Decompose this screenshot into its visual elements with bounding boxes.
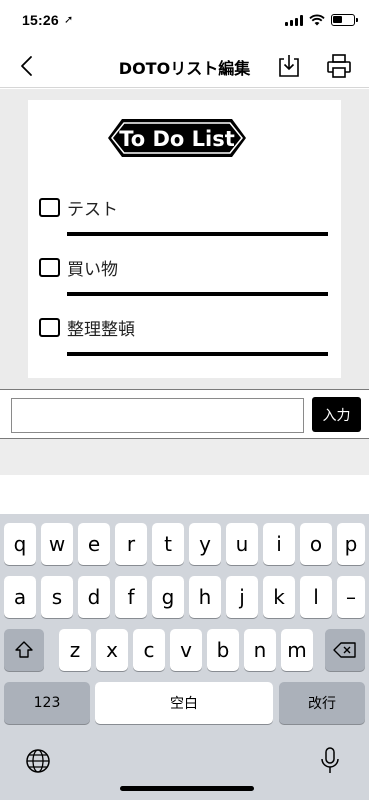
list-item: 買い物 <box>39 250 329 300</box>
battery-icon <box>331 14 358 26</box>
todo-text-input[interactable] <box>11 398 304 433</box>
key-g[interactable]: g <box>152 576 184 618</box>
print-button[interactable] <box>325 53 353 79</box>
list-item: テスト <box>39 190 329 240</box>
todo-card: To Do List テスト 買い物 整理整頓 <box>28 100 341 378</box>
item-underline <box>67 292 328 296</box>
todo-list-logo: To Do List <box>108 119 246 157</box>
key-o[interactable]: o <box>300 523 332 565</box>
key-u[interactable]: u <box>226 523 258 565</box>
download-button[interactable] <box>275 53 303 79</box>
shift-key[interactable] <box>4 629 44 671</box>
back-button[interactable] <box>12 52 42 80</box>
key-p[interactable]: p <box>337 523 365 565</box>
item-underline <box>67 232 328 236</box>
add-button[interactable]: 入力 <box>312 397 361 432</box>
key-h[interactable]: h <box>189 576 221 618</box>
key-e[interactable]: e <box>78 523 110 565</box>
key-dash[interactable]: – <box>337 576 365 618</box>
nav-bar: DOTOリスト編集 <box>0 44 369 88</box>
print-icon <box>327 54 351 78</box>
key-n[interactable]: n <box>244 629 276 671</box>
key-x[interactable]: x <box>96 629 128 671</box>
globe-icon[interactable] <box>24 747 52 775</box>
return-key[interactable]: 改行 <box>279 682 365 724</box>
key-c[interactable]: c <box>133 629 165 671</box>
key-d[interactable]: d <box>78 576 110 618</box>
home-indicator <box>120 786 254 791</box>
logo-text: To Do List <box>119 127 235 151</box>
numbers-key[interactable]: 123 <box>4 682 90 724</box>
key-f[interactable]: f <box>115 576 147 618</box>
download-icon <box>279 55 299 77</box>
status-bar: 15:26 ➚ <box>0 0 369 44</box>
key-s[interactable]: s <box>41 576 73 618</box>
list-preview-area: To Do List テスト 買い物 整理整頓 <box>0 89 369 389</box>
backspace-icon <box>333 642 356 658</box>
item-checkbox[interactable] <box>39 258 60 277</box>
status-indicators <box>285 14 358 26</box>
key-q[interactable]: q <box>4 523 36 565</box>
page-title: DOTOリスト編集 <box>118 59 251 78</box>
input-row: 入力 <box>0 389 369 439</box>
microphone-icon[interactable] <box>318 746 342 776</box>
key-w[interactable]: w <box>41 523 73 565</box>
space-key[interactable]: 空白 <box>95 682 273 724</box>
key-b[interactable]: b <box>207 629 239 671</box>
item-label: 買い物 <box>67 260 118 280</box>
key-a[interactable]: a <box>4 576 36 618</box>
location-icon: ➚ <box>64 13 74 26</box>
key-r[interactable]: r <box>115 523 147 565</box>
item-checkbox[interactable] <box>39 318 60 337</box>
chevron-left-icon <box>21 56 32 76</box>
key-j[interactable]: j <box>226 576 258 618</box>
key-y[interactable]: y <box>189 523 221 565</box>
wifi-icon <box>309 14 325 26</box>
item-checkbox[interactable] <box>39 198 60 217</box>
key-k[interactable]: k <box>263 576 295 618</box>
key-t[interactable]: t <box>152 523 184 565</box>
item-label: 整理整頓 <box>67 320 135 340</box>
key-i[interactable]: i <box>263 523 295 565</box>
item-label: テスト <box>67 200 118 220</box>
key-m[interactable]: m <box>281 629 313 671</box>
key-l[interactable]: l <box>300 576 332 618</box>
key-v[interactable]: v <box>170 629 202 671</box>
backspace-key[interactable] <box>325 629 365 671</box>
signal-icon <box>285 14 303 26</box>
key-z[interactable]: z <box>59 629 91 671</box>
status-time: 15:26 <box>22 12 59 28</box>
list-item: 整理整頓 <box>39 310 329 360</box>
divider-band <box>0 439 369 475</box>
shift-icon <box>15 641 33 658</box>
spacer <box>0 475 369 514</box>
item-underline <box>67 352 328 356</box>
keyboard: q w e r t y u i o p a s d f g h j k l – … <box>0 514 369 800</box>
